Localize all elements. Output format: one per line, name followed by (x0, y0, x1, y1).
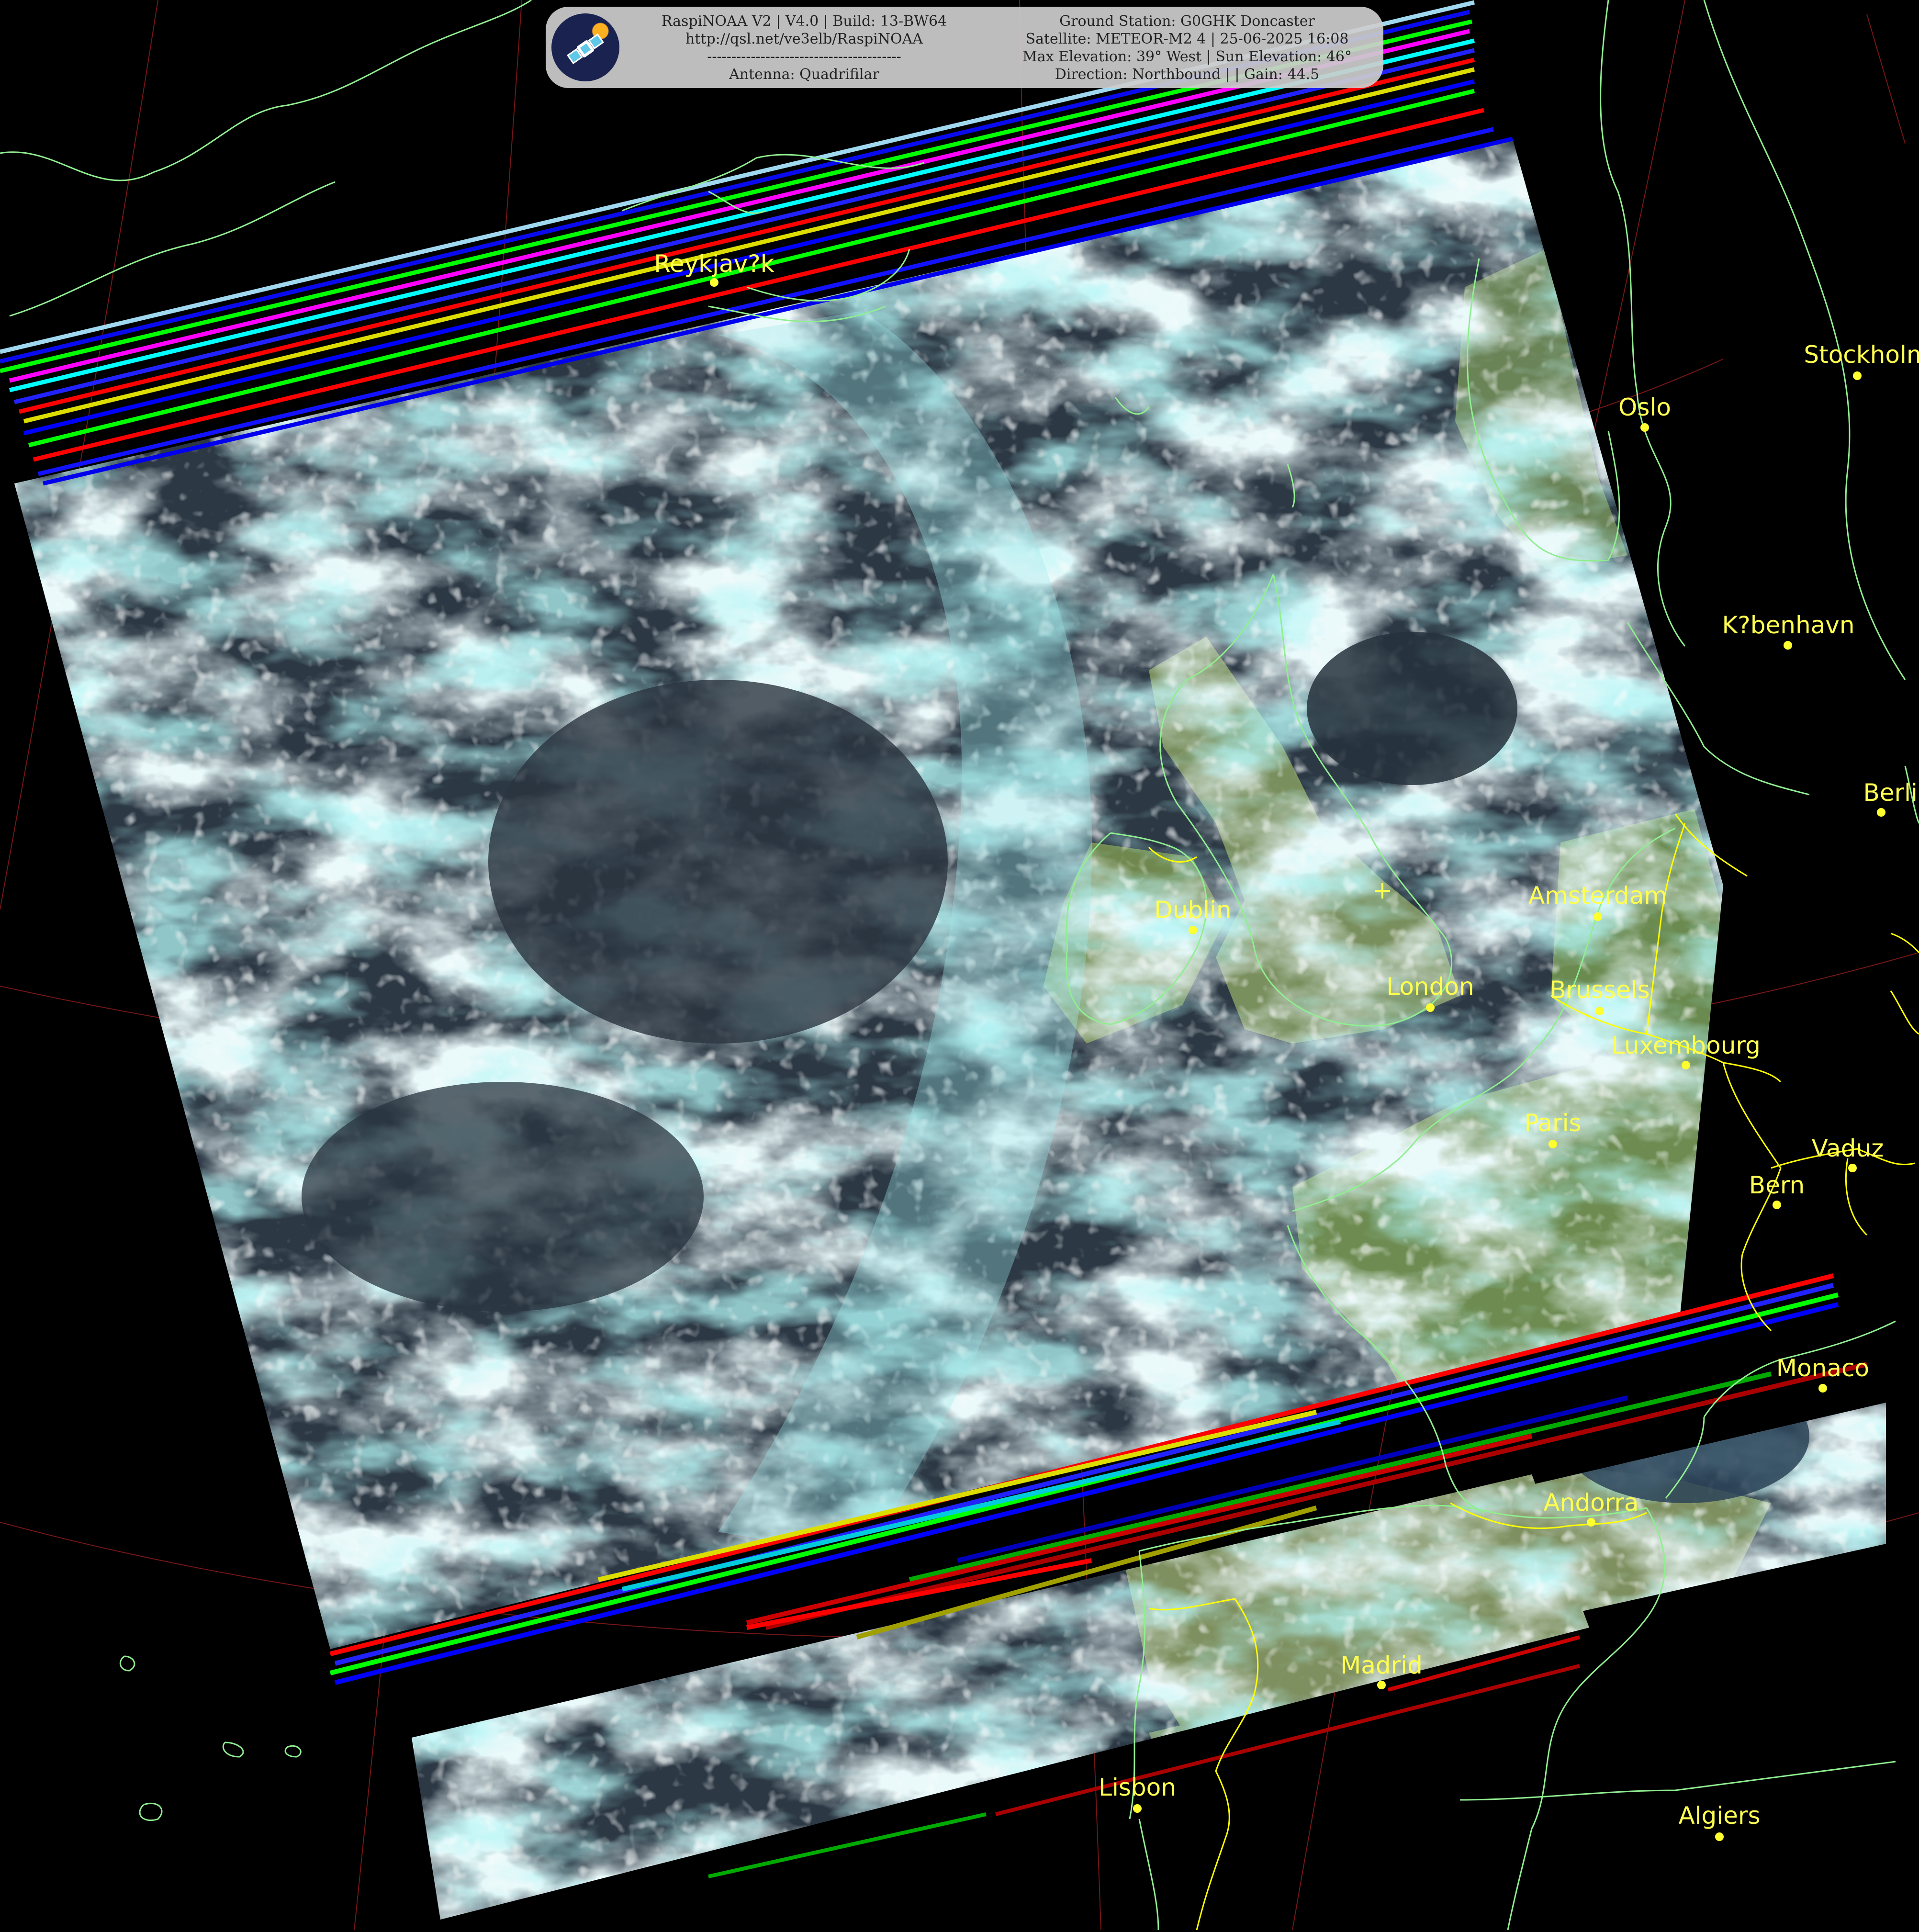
city-dot-reykjavik (710, 278, 718, 287)
city-label-stockholm: Stockholm (1804, 341, 1919, 369)
direction-gain: Direction: Northbound | | Gain: 44.5 (1055, 66, 1320, 83)
satellite-pass: Satellite: METEOR-M2 4 | 25-06-2025 16:0… (1025, 31, 1349, 47)
city-label-berlin: Berlin (1863, 779, 1919, 807)
city-label-dublin: Dublin (1154, 896, 1232, 924)
city-dot-lisbon (1133, 1804, 1142, 1813)
city-label-andorra: Andorra (1543, 1489, 1639, 1516)
city-label-brussels: Brussels (1549, 976, 1650, 1004)
city-dot-luxembourg (1682, 1061, 1690, 1069)
city-label-luxembourg: Luxembourg (1611, 1032, 1761, 1059)
city-label-madrid: Madrid (1340, 1651, 1423, 1679)
city-dot-brussels (1595, 1007, 1604, 1015)
city-dot-london (1426, 1003, 1435, 1012)
city-dot-kobenhavn (1784, 641, 1792, 650)
clear-ocean-3 (1307, 632, 1517, 785)
city-label-bern: Bern (1749, 1171, 1805, 1199)
city-label-paris: Paris (1524, 1109, 1582, 1137)
antenna-info: Antenna: Quadrifilar (729, 66, 879, 83)
clear-ocean-2 (302, 1082, 704, 1312)
city-dot-monaco (1818, 1384, 1827, 1393)
city-dot-paris (1549, 1140, 1557, 1148)
separator: ---------------------------------------- (707, 48, 901, 65)
satellite-image: Reykjav?k Stockholm Oslo K?benhavn Berli… (0, 0, 1919, 1931)
city-dot-bern (1773, 1201, 1781, 1209)
city-dot-amsterdam (1594, 912, 1602, 921)
city-dot-oslo (1640, 423, 1649, 432)
ground-station: Ground Station: G0GHK Doncaster (1059, 13, 1315, 30)
clear-ocean-1 (488, 680, 948, 1044)
station-info-right: Ground Station: G0GHK Doncaster Satellit… (1005, 12, 1369, 83)
city-dot-andorra (1587, 1518, 1595, 1527)
city-label-algiers: Algiers (1678, 1802, 1761, 1830)
city-dot-stockholm (1853, 371, 1862, 380)
city-label-london: London (1386, 973, 1474, 1000)
city-label-lisbon: Lisbon (1099, 1774, 1176, 1801)
elevation-info: Max Elevation: 39° West | Sun Elevation:… (1022, 48, 1352, 65)
map-canvas (0, 0, 1919, 1931)
city-label-monaco: Monaco (1776, 1354, 1870, 1382)
satellite-icon (551, 13, 619, 81)
software-version: RaspiNOAA V2 | V4.0 | Build: 13-BW64 (661, 13, 947, 30)
city-dot-vaduz (1848, 1164, 1857, 1172)
project-url: http://qsl.net/ve3elb/RaspiNOAA (685, 31, 923, 47)
station-info-left: RaspiNOAA V2 | V4.0 | Build: 13-BW64 htt… (637, 12, 972, 83)
city-dot-algiers (1715, 1832, 1724, 1841)
city-label-kobenhavn: K?benhavn (1722, 611, 1855, 639)
city-label-amsterdam: Amsterdam (1528, 882, 1668, 910)
city-label-oslo: Oslo (1618, 393, 1671, 421)
city-dot-madrid (1377, 1681, 1386, 1689)
city-dot-berlin (1877, 808, 1885, 817)
city-label-vaduz: Vaduz (1811, 1134, 1884, 1162)
info-header: RaspiNOAA V2 | V4.0 | Build: 13-BW64 htt… (546, 7, 1383, 88)
city-dot-dublin (1189, 926, 1197, 934)
city-label-reykjavik: Reykjav?k (654, 250, 774, 278)
